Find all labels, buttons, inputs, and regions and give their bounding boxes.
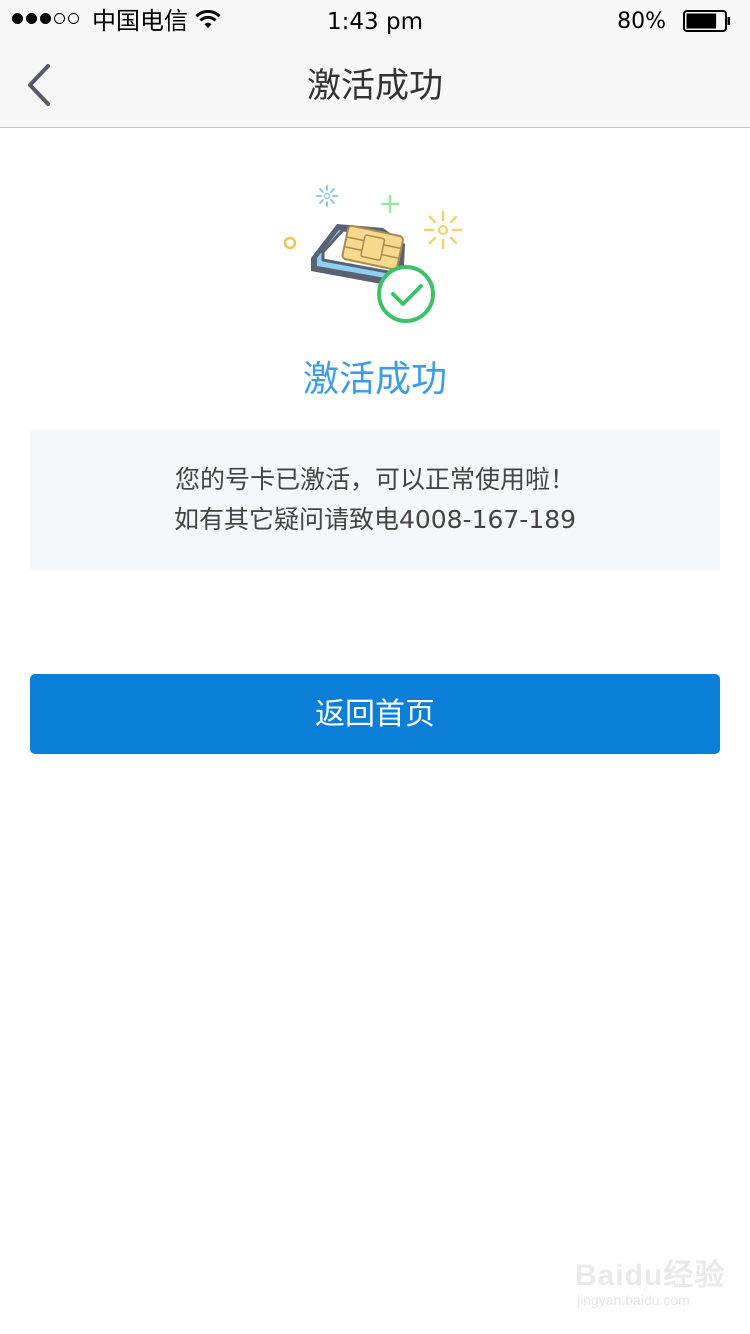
screen: 中国电信 1:43 pm 80% 激活成功 激活成功 您的号卡已激活，可以正常使…	[0, 0, 750, 1334]
battery-percent: 80%	[617, 9, 666, 34]
support-phone-message: 如有其它疑问请致电4008-167-189	[173, 505, 577, 534]
return-home-button[interactable]: 返回首页	[30, 674, 720, 754]
navigation-bar: 激活成功	[0, 42, 750, 128]
page-title: 激活成功	[307, 66, 443, 106]
watermark-url: jingyan.baidu.com	[577, 1292, 690, 1308]
activation-message: 您的号卡已激活，可以正常使用啦！	[174, 465, 575, 494]
watermark-logo: Baidu经验	[575, 1259, 726, 1292]
message-box: 您的号卡已激活，可以正常使用啦！ 如有其它疑问请致电4008-167-189	[30, 430, 720, 570]
battery-icon	[683, 10, 730, 32]
baidu-jingyan-watermark: Baidu经验 jingyan.baidu.com	[575, 1250, 735, 1320]
sim-card-success-icon	[283, 185, 463, 323]
success-title: 激活成功	[302, 359, 447, 400]
status-bar: 中国电信 1:43 pm 80%	[0, 0, 750, 42]
